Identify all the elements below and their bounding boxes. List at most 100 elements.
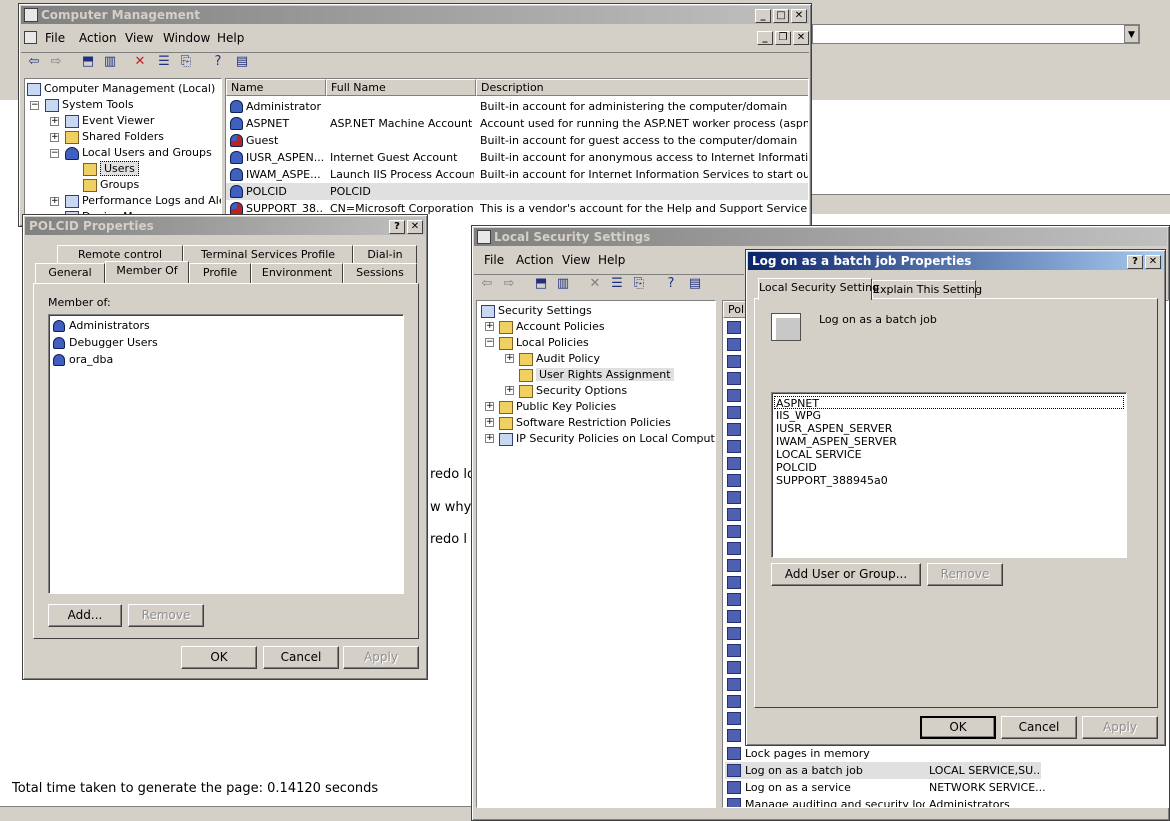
mdi-restore-button[interactable]: ❐ [775, 31, 791, 45]
policy-row-selected[interactable]: Log on as a batch job LOCAL SERVICE,SU..… [725, 762, 1041, 779]
tree-ip-security[interactable]: IP Security Policies on Local Computer [499, 431, 715, 447]
menu-view[interactable]: View [562, 253, 590, 267]
tree-security-settings[interactable]: Security Settings [481, 303, 592, 319]
address-dropdown-icon[interactable]: ▼ [1124, 25, 1139, 43]
back-arrow-icon[interactable]: ⇦ [478, 275, 496, 293]
ok-button[interactable]: OK [920, 716, 996, 739]
cancel-button[interactable]: Cancel [263, 646, 339, 669]
lss-titlebar[interactable]: Local Security Settings [474, 228, 1167, 246]
table-row[interactable]: Administrator Built-in account for admini… [226, 98, 808, 115]
list-item[interactable]: IWAM_ASPEN_SERVER [776, 435, 897, 448]
expander-local-users[interactable]: − [50, 149, 59, 158]
list-item[interactable]: POLCID [776, 461, 817, 474]
expander-account-policies[interactable]: + [485, 322, 494, 331]
show-tree-icon[interactable]: ▥ [554, 275, 572, 293]
table-row[interactable]: Guest Built-in account for guest access t… [226, 132, 808, 149]
tab-general[interactable]: General [35, 263, 105, 283]
close-button[interactable]: ✕ [1145, 255, 1161, 269]
expander-perf-logs[interactable]: + [50, 197, 59, 206]
tab-environment[interactable]: Environment [251, 263, 343, 283]
mdi-close-button[interactable]: ✕ [793, 31, 809, 45]
tree-account-policies[interactable]: Account Policies [499, 319, 605, 335]
table-row[interactable]: ASPNET ASP.NET Machine Account Account use… [226, 115, 808, 132]
close-button[interactable]: ✕ [791, 9, 807, 23]
export-icon[interactable]: ⎘ [177, 53, 195, 71]
expander-public-key[interactable]: + [485, 402, 494, 411]
list-item[interactable]: IUSR_ASPEN_SERVER [776, 422, 892, 435]
help-button[interactable]: ? [389, 220, 405, 234]
console-icon[interactable]: ▤ [686, 275, 704, 293]
tab-member-of[interactable]: Member Of [105, 261, 189, 283]
apply-button[interactable]: Apply [343, 646, 419, 669]
add-button[interactable]: Add... [48, 604, 122, 627]
expander-shared-folders[interactable]: + [50, 133, 59, 142]
expander-event-viewer[interactable]: + [50, 117, 59, 126]
tab-terminal-services-profile[interactable]: Terminal Services Profile [183, 245, 353, 265]
delete-icon[interactable]: ✕ [586, 275, 604, 293]
forward-arrow-icon[interactable]: ⇨ [500, 275, 518, 293]
remove-button[interactable]: Remove [128, 604, 204, 627]
batch-job-titlebar[interactable]: Log on as a batch job Properties ? ✕ [748, 252, 1163, 270]
list-item[interactable]: SUPPORT_388945a0 [776, 474, 888, 487]
up-folder-icon[interactable]: ⬒ [79, 53, 97, 71]
expander-local-policies[interactable]: − [485, 338, 494, 347]
close-button[interactable]: ✕ [407, 220, 423, 234]
tree-computer-management[interactable]: Computer Management (Local) [27, 81, 215, 97]
expander-security-options[interactable]: + [505, 386, 514, 395]
expander-software-restriction[interactable]: + [485, 418, 494, 427]
expander-ip-security[interactable]: + [485, 434, 494, 443]
table-row[interactable]: IWAM_ASPE... Launch IIS Process Account Bu… [226, 166, 808, 183]
properties-icon[interactable]: ☰ [155, 53, 173, 71]
apply-button[interactable]: Apply [1082, 716, 1158, 739]
forward-arrow-icon[interactable]: ⇨ [47, 53, 65, 71]
menu-action[interactable]: Action [516, 253, 554, 267]
help-icon[interactable]: ? [209, 53, 227, 71]
tree-groups[interactable]: Groups [83, 177, 139, 193]
list-item[interactable]: IIS_WPG [776, 409, 821, 422]
export-icon[interactable]: ⎘ [630, 275, 648, 293]
expander-audit-policy[interactable]: + [505, 354, 514, 363]
delete-icon[interactable]: ✕ [131, 53, 149, 71]
menu-help[interactable]: Help [598, 253, 625, 267]
back-arrow-icon[interactable]: ⇦ [25, 53, 43, 71]
tree-public-key-policies[interactable]: Public Key Policies [499, 399, 616, 415]
list-item-selected[interactable]: ASPNET [774, 396, 1124, 410]
computer-management-titlebar[interactable]: Computer Management _ □ ✕ [21, 6, 809, 24]
tree-users[interactable]: Users [83, 161, 139, 177]
tree-event-viewer[interactable]: Event Viewer [65, 113, 154, 129]
help-icon[interactable]: ? [662, 275, 680, 293]
remove-button[interactable]: Remove [927, 563, 1003, 586]
tree-local-policies[interactable]: Local Policies [499, 335, 589, 351]
menu-window[interactable]: Window [163, 31, 210, 45]
tab-explain-this-setting[interactable]: Explain This Setting [872, 280, 982, 300]
menu-view[interactable]: View [125, 31, 153, 45]
column-header-full-name[interactable]: Full Name [326, 79, 476, 96]
policy-row[interactable]: Lock pages in memory [725, 745, 1165, 762]
tree-shared-folders[interactable]: Shared Folders [65, 129, 164, 145]
tree-system-tools[interactable]: System Tools [45, 97, 134, 113]
tree-audit-policy[interactable]: Audit Policy [519, 351, 600, 367]
up-folder-icon[interactable]: ⬒ [532, 275, 550, 293]
show-tree-icon[interactable]: ▥ [101, 53, 119, 71]
menu-file[interactable]: File [45, 31, 65, 45]
tree-performance-logs[interactable]: Performance Logs and Alerts [65, 193, 221, 209]
tree-security-options[interactable]: Security Options [519, 383, 627, 399]
tab-profile[interactable]: Profile [189, 263, 251, 283]
console-icon[interactable]: ▤ [233, 53, 251, 71]
tree-local-users-groups[interactable]: Local Users and Groups [65, 145, 212, 161]
tree-user-rights-assignment[interactable]: User Rights Assignment [519, 367, 674, 383]
tab-local-security-setting[interactable]: Local Security Setting [758, 278, 879, 300]
tab-sessions[interactable]: Sessions [343, 263, 417, 283]
menu-help[interactable]: Help [217, 31, 244, 45]
minimize-button[interactable]: _ [755, 9, 771, 23]
table-row[interactable]: POLCID POLCID [226, 183, 808, 200]
list-item[interactable]: LOCAL SERVICE [776, 448, 862, 461]
table-row[interactable]: IUSR_ASPEN... Internet Guest Account Built… [226, 149, 808, 166]
properties-icon[interactable]: ☰ [608, 275, 626, 293]
maximize-button[interactable]: □ [773, 9, 789, 23]
column-header-name[interactable]: Name [226, 79, 326, 96]
menu-action[interactable]: Action [79, 31, 117, 45]
tree-software-restriction[interactable]: Software Restriction Policies [499, 415, 671, 431]
member-of-list[interactable]: Administrators Debugger Users ora_dba [48, 314, 404, 594]
tab-dial-in[interactable]: Dial-in [353, 245, 417, 265]
